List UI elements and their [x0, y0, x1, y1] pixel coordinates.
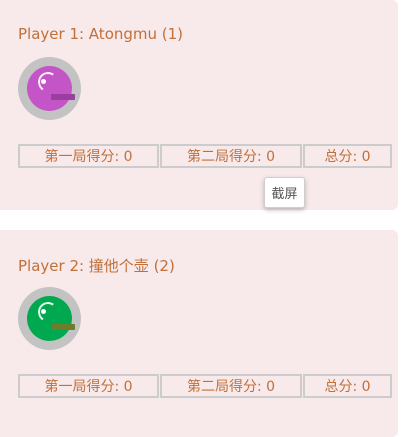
player-1-stone-body	[27, 66, 75, 111]
player-1-score-row: 第一局得分: 0 第二局得分: 0 总分: 0	[18, 144, 392, 168]
player-1-stone-handle	[51, 94, 75, 100]
player-1-round1-score: 第一局得分: 0	[18, 144, 159, 168]
player-2-total-score: 总分: 0	[303, 374, 392, 398]
player-2-stone-highlight	[41, 309, 46, 314]
player-2-curling-stone-icon	[18, 287, 81, 350]
player-1-title: Player 1: Atongmu (1)	[18, 25, 184, 43]
player-2-round2-score: 第二局得分: 0	[160, 374, 302, 398]
player-2-card: Player 2: 撞他个壶 (2) 第一局得分: 0 第二局得分: 0 总分:…	[0, 230, 398, 437]
player-1-round2-score: 第二局得分: 0	[160, 144, 302, 168]
player-2-stone-body	[27, 296, 75, 341]
player-2-stone-shine	[36, 300, 60, 324]
player-1-stone-shine	[36, 70, 60, 94]
player-2-round1-score: 第一局得分: 0	[18, 374, 159, 398]
player-1-stone-highlight	[41, 79, 46, 84]
player-1-card: Player 1: Atongmu (1) 第一局得分: 0 第二局得分: 0 …	[0, 0, 398, 210]
player-2-stone-handle	[51, 324, 75, 330]
player-2-score-row: 第一局得分: 0 第二局得分: 0 总分: 0	[18, 374, 392, 398]
screenshot-tooltip[interactable]: 截屏	[264, 177, 305, 208]
player-2-title: Player 2: 撞他个壶 (2)	[18, 257, 175, 275]
player-1-total-score: 总分: 0	[303, 144, 392, 168]
player-1-curling-stone-icon	[18, 57, 81, 120]
